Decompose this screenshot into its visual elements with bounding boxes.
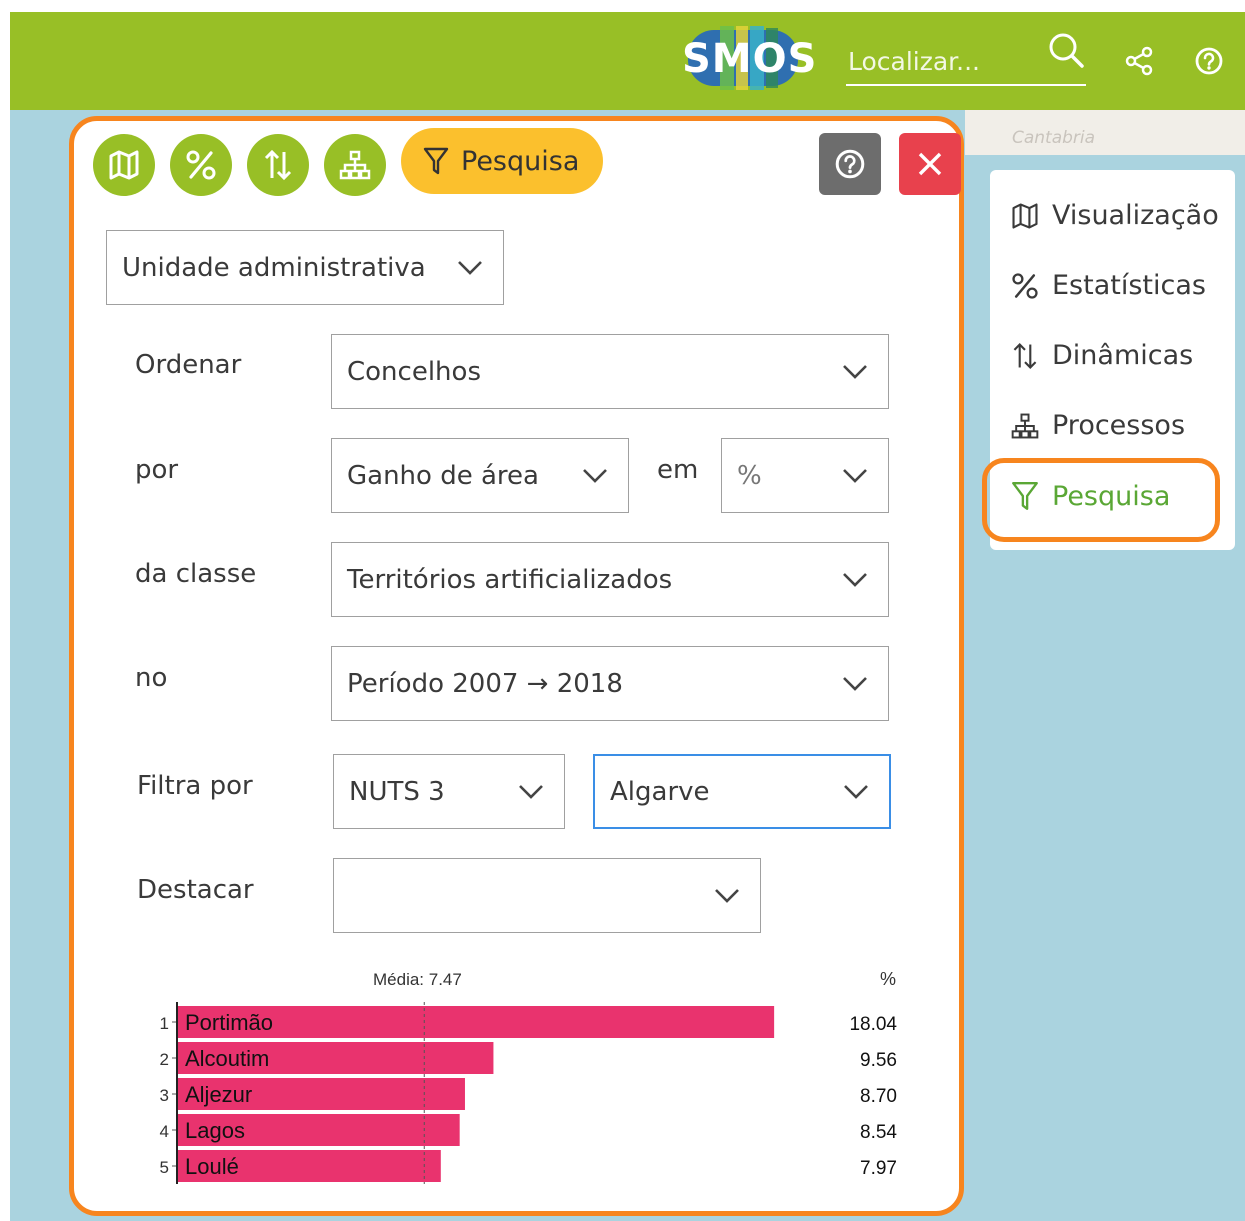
chevron-down-icon xyxy=(843,364,867,379)
class-label: da classe xyxy=(135,559,257,589)
sidebar-item-label: Estatísticas xyxy=(1052,270,1206,301)
ranking-bar-chart: Média: 7.47 % 1 Portimão 18.04 2 Alcoutim 9.5… xyxy=(160,969,897,1184)
percent-icon xyxy=(186,150,216,180)
chevron-down-icon xyxy=(583,468,607,483)
sidebar-item-label: Dinâmicas xyxy=(1052,340,1194,371)
chevron-down-icon xyxy=(843,676,867,691)
help-icon[interactable] xyxy=(1192,44,1226,78)
chart-value-label: 7.97 xyxy=(860,1158,897,1179)
unit-of-measure-value: % xyxy=(737,460,762,491)
map-place-label: Cantabria xyxy=(1012,128,1096,148)
highlight-label: Destacar xyxy=(137,875,254,905)
search-icon[interactable] xyxy=(1046,30,1086,70)
chart-rank-label: 4 xyxy=(160,1122,169,1141)
sidebar-item-processes[interactable]: Processos xyxy=(1010,410,1185,441)
sidebar-item-statistics[interactable]: Estatísticas xyxy=(1010,270,1206,301)
search-mode-button[interactable]: Pesquisa xyxy=(401,128,603,194)
chart-rank-label: 2 xyxy=(160,1050,169,1069)
panel-close-button[interactable] xyxy=(899,133,961,195)
chart-category-label: Portimão xyxy=(185,1010,273,1035)
filter-icon xyxy=(423,147,449,175)
chart-category-label: Lagos xyxy=(185,1118,245,1143)
close-icon xyxy=(918,152,942,176)
by-label: por xyxy=(135,455,179,485)
chevron-down-icon xyxy=(844,784,868,799)
chart-category-label: Aljezur xyxy=(185,1082,252,1107)
map-land-area xyxy=(965,110,1245,155)
hierarchy-icon xyxy=(1011,413,1039,438)
chart-value-label: 18.04 xyxy=(849,1014,897,1035)
chart-category-label: Alcoutim xyxy=(185,1046,269,1071)
active-item-highlight xyxy=(982,458,1220,542)
metric-select[interactable]: Ganho de área xyxy=(331,438,629,513)
sort-entity-value: Concelhos xyxy=(347,356,481,387)
chart-value-label: 8.70 xyxy=(860,1086,897,1107)
sidebar-item-dynamics[interactable]: Dinâmicas xyxy=(1010,340,1193,371)
chart-rank-label: 5 xyxy=(160,1158,169,1177)
filter-label: Filtra por xyxy=(137,771,253,801)
highlight-select[interactable] xyxy=(333,858,761,933)
metric-value: Ganho de área xyxy=(347,460,539,491)
sort-arrows-icon xyxy=(1013,342,1037,369)
search-mode-label: Pesquisa xyxy=(461,145,580,177)
filter-level-value: NUTS 3 xyxy=(349,776,445,807)
chevron-down-icon xyxy=(519,784,543,799)
sort-entity-select[interactable]: Concelhos xyxy=(331,334,889,409)
map-icon xyxy=(1012,202,1038,229)
chart-value-label: 8.54 xyxy=(860,1122,897,1143)
panel-help-button[interactable] xyxy=(819,133,881,195)
unit-of-measure-select[interactable]: % xyxy=(721,438,889,513)
chart-category-label: Loulé xyxy=(185,1154,239,1179)
in-label: em xyxy=(657,455,699,485)
sort-label: Ordenar xyxy=(135,350,242,380)
filter-region-select[interactable]: Algarve xyxy=(593,754,891,829)
hierarchy-icon xyxy=(339,150,371,180)
chevron-down-icon xyxy=(843,572,867,587)
class-select[interactable]: Territórios artificializados xyxy=(331,542,889,617)
chevron-down-icon xyxy=(843,468,867,483)
help-icon xyxy=(835,149,865,179)
chart-value-label: 9.56 xyxy=(860,1050,897,1071)
processes-mode-button[interactable] xyxy=(324,134,386,196)
period-select[interactable]: Período 2007 → 2018 xyxy=(331,646,889,721)
class-value: Territórios artificializados xyxy=(347,564,673,595)
sidebar-item-label: Processos xyxy=(1052,410,1186,441)
unit-select-value: Unidade administrativa xyxy=(122,252,426,283)
visualization-mode-button[interactable] xyxy=(93,134,155,196)
statistics-mode-button[interactable] xyxy=(170,134,232,196)
period-value: Período 2007 → 2018 xyxy=(347,668,623,699)
chart-mean-label: Média: 7.47 xyxy=(373,970,462,989)
chart-rank-label: 3 xyxy=(160,1086,169,1105)
filter-level-select[interactable]: NUTS 3 xyxy=(333,754,565,829)
sidebar-item-visualization[interactable]: Visualização xyxy=(1010,200,1219,231)
map-icon xyxy=(109,150,139,180)
share-icon[interactable] xyxy=(1122,44,1156,78)
chart-unit-label: % xyxy=(880,969,896,989)
chevron-down-icon xyxy=(715,888,739,903)
unit-select[interactable]: Unidade administrativa xyxy=(106,230,504,305)
sort-arrows-icon xyxy=(264,149,292,181)
smos-logo[interactable]: SMOS xyxy=(682,22,818,94)
chevron-down-icon xyxy=(458,260,482,275)
dynamics-mode-button[interactable] xyxy=(247,134,309,196)
filter-region-value: Algarve xyxy=(610,776,710,807)
logo-text: SMOS xyxy=(682,36,818,82)
chart-rank-label: 1 xyxy=(160,1014,169,1033)
sidebar-item-label: Visualização xyxy=(1052,200,1219,231)
period-label: no xyxy=(135,663,168,693)
percent-icon xyxy=(1012,272,1038,299)
